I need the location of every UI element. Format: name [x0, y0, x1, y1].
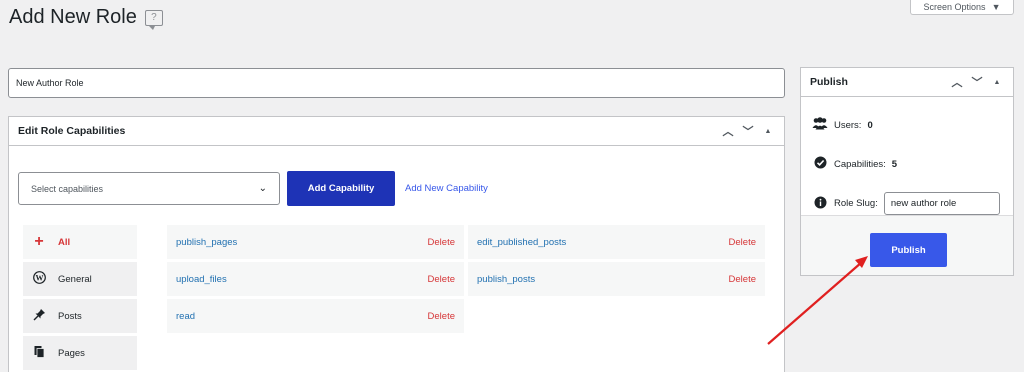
pages-icon	[32, 345, 46, 361]
users-count: 0	[867, 119, 873, 131]
delete-capability-link[interactable]: Delete	[428, 274, 455, 285]
users-icon	[812, 117, 828, 133]
delete-capability-link[interactable]: Delete	[428, 237, 455, 248]
move-down-icon[interactable]: ﹀	[741, 123, 755, 139]
collapse-icon[interactable]: ▲	[761, 128, 775, 135]
capabilities-count: 5	[891, 158, 898, 170]
plus-icon: +	[34, 233, 44, 250]
select-placeholder: Select capabilities	[31, 183, 104, 194]
panel-header: Publish ︿ ﹀ ▲	[801, 68, 1013, 97]
panel-controls: ︿ ﹀ ▲	[950, 74, 1004, 90]
panel-header: Edit Role Capabilities ︿ ﹀ ▲	[9, 117, 784, 146]
delete-capability-link[interactable]: Delete	[428, 311, 455, 322]
role-slug-input[interactable]	[883, 192, 1000, 215]
nav-item-label: Posts	[58, 310, 82, 322]
panel-title: Publish	[810, 76, 848, 88]
publish-panel: Publish ︿ ﹀ ▲ Users: 0 Capabilities: 5 R…	[800, 67, 1014, 276]
role-slug-label: Role Slug:	[834, 198, 878, 209]
page-title-text: Add New Role	[9, 6, 137, 28]
delete-capability-link[interactable]: Delete	[729, 237, 756, 248]
pin-icon	[32, 308, 46, 324]
role-name-input[interactable]	[8, 68, 785, 98]
capabilities-grid: publish_pages Delete edit_published_post…	[167, 225, 765, 333]
capability-item: publish_posts Delete	[468, 262, 765, 296]
move-up-icon[interactable]: ︿	[721, 123, 735, 139]
nav-item-label: All	[58, 236, 71, 248]
panel-title: Edit Role Capabilities	[18, 125, 126, 137]
page-title: Add New Role ?	[9, 6, 163, 30]
add-capability-button[interactable]: Add Capability	[287, 171, 395, 206]
screen-options-label: Screen Options	[923, 1, 986, 12]
edit-role-capabilities-panel: Edit Role Capabilities ︿ ﹀ ▲ Select capa…	[8, 116, 785, 372]
help-icon[interactable]: ?	[144, 9, 163, 30]
capability-name[interactable]: publish_pages	[176, 237, 237, 248]
users-row: Users: 0	[812, 117, 873, 133]
capability-name[interactable]: publish_posts	[477, 274, 535, 285]
add-new-capability-link[interactable]: Add New Capability	[405, 183, 488, 194]
check-circle-icon	[812, 156, 828, 172]
nav-item-posts[interactable]: Posts	[23, 299, 137, 333]
wordpress-icon: W	[32, 271, 46, 287]
svg-text:W: W	[35, 273, 43, 282]
nav-item-label: General	[58, 273, 92, 285]
nav-item-all[interactable]: + All	[23, 225, 137, 259]
publish-button[interactable]: Publish	[870, 233, 947, 267]
capability-name[interactable]: read	[176, 311, 195, 322]
info-icon	[812, 196, 828, 212]
capability-name[interactable]: edit_published_posts	[477, 237, 566, 248]
caret-down-icon: ▼	[991, 1, 1001, 12]
capability-item: upload_files Delete	[167, 262, 464, 296]
nav-item-label: Pages	[58, 347, 85, 359]
capability-item: read Delete	[167, 299, 464, 333]
delete-capability-link[interactable]: Delete	[729, 274, 756, 285]
chevron-down-icon: ⌄	[258, 183, 267, 194]
move-down-icon[interactable]: ﹀	[970, 74, 984, 90]
users-label: Users:	[834, 119, 862, 131]
capability-category-nav: + All W General Posts Pages	[23, 225, 137, 372]
screen-options-button[interactable]: Screen Options ▼	[910, 0, 1014, 15]
capability-item: publish_pages Delete	[167, 225, 464, 259]
empty-cell	[468, 299, 765, 333]
capabilities-label: Capabilities:	[834, 158, 886, 170]
select-capabilities-dropdown[interactable]: Select capabilities ⌄	[18, 172, 280, 205]
panel-controls: ︿ ﹀ ▲	[721, 123, 775, 139]
collapse-icon[interactable]: ▲	[990, 79, 1004, 86]
role-slug-row: Role Slug:	[812, 192, 1000, 215]
capability-item: edit_published_posts Delete	[468, 225, 765, 259]
nav-item-general[interactable]: W General	[23, 262, 137, 296]
move-up-icon[interactable]: ︿	[950, 74, 964, 90]
capabilities-count-row: Capabilities: 5	[812, 156, 897, 172]
capability-name[interactable]: upload_files	[176, 274, 227, 285]
nav-item-pages[interactable]: Pages	[23, 336, 137, 370]
